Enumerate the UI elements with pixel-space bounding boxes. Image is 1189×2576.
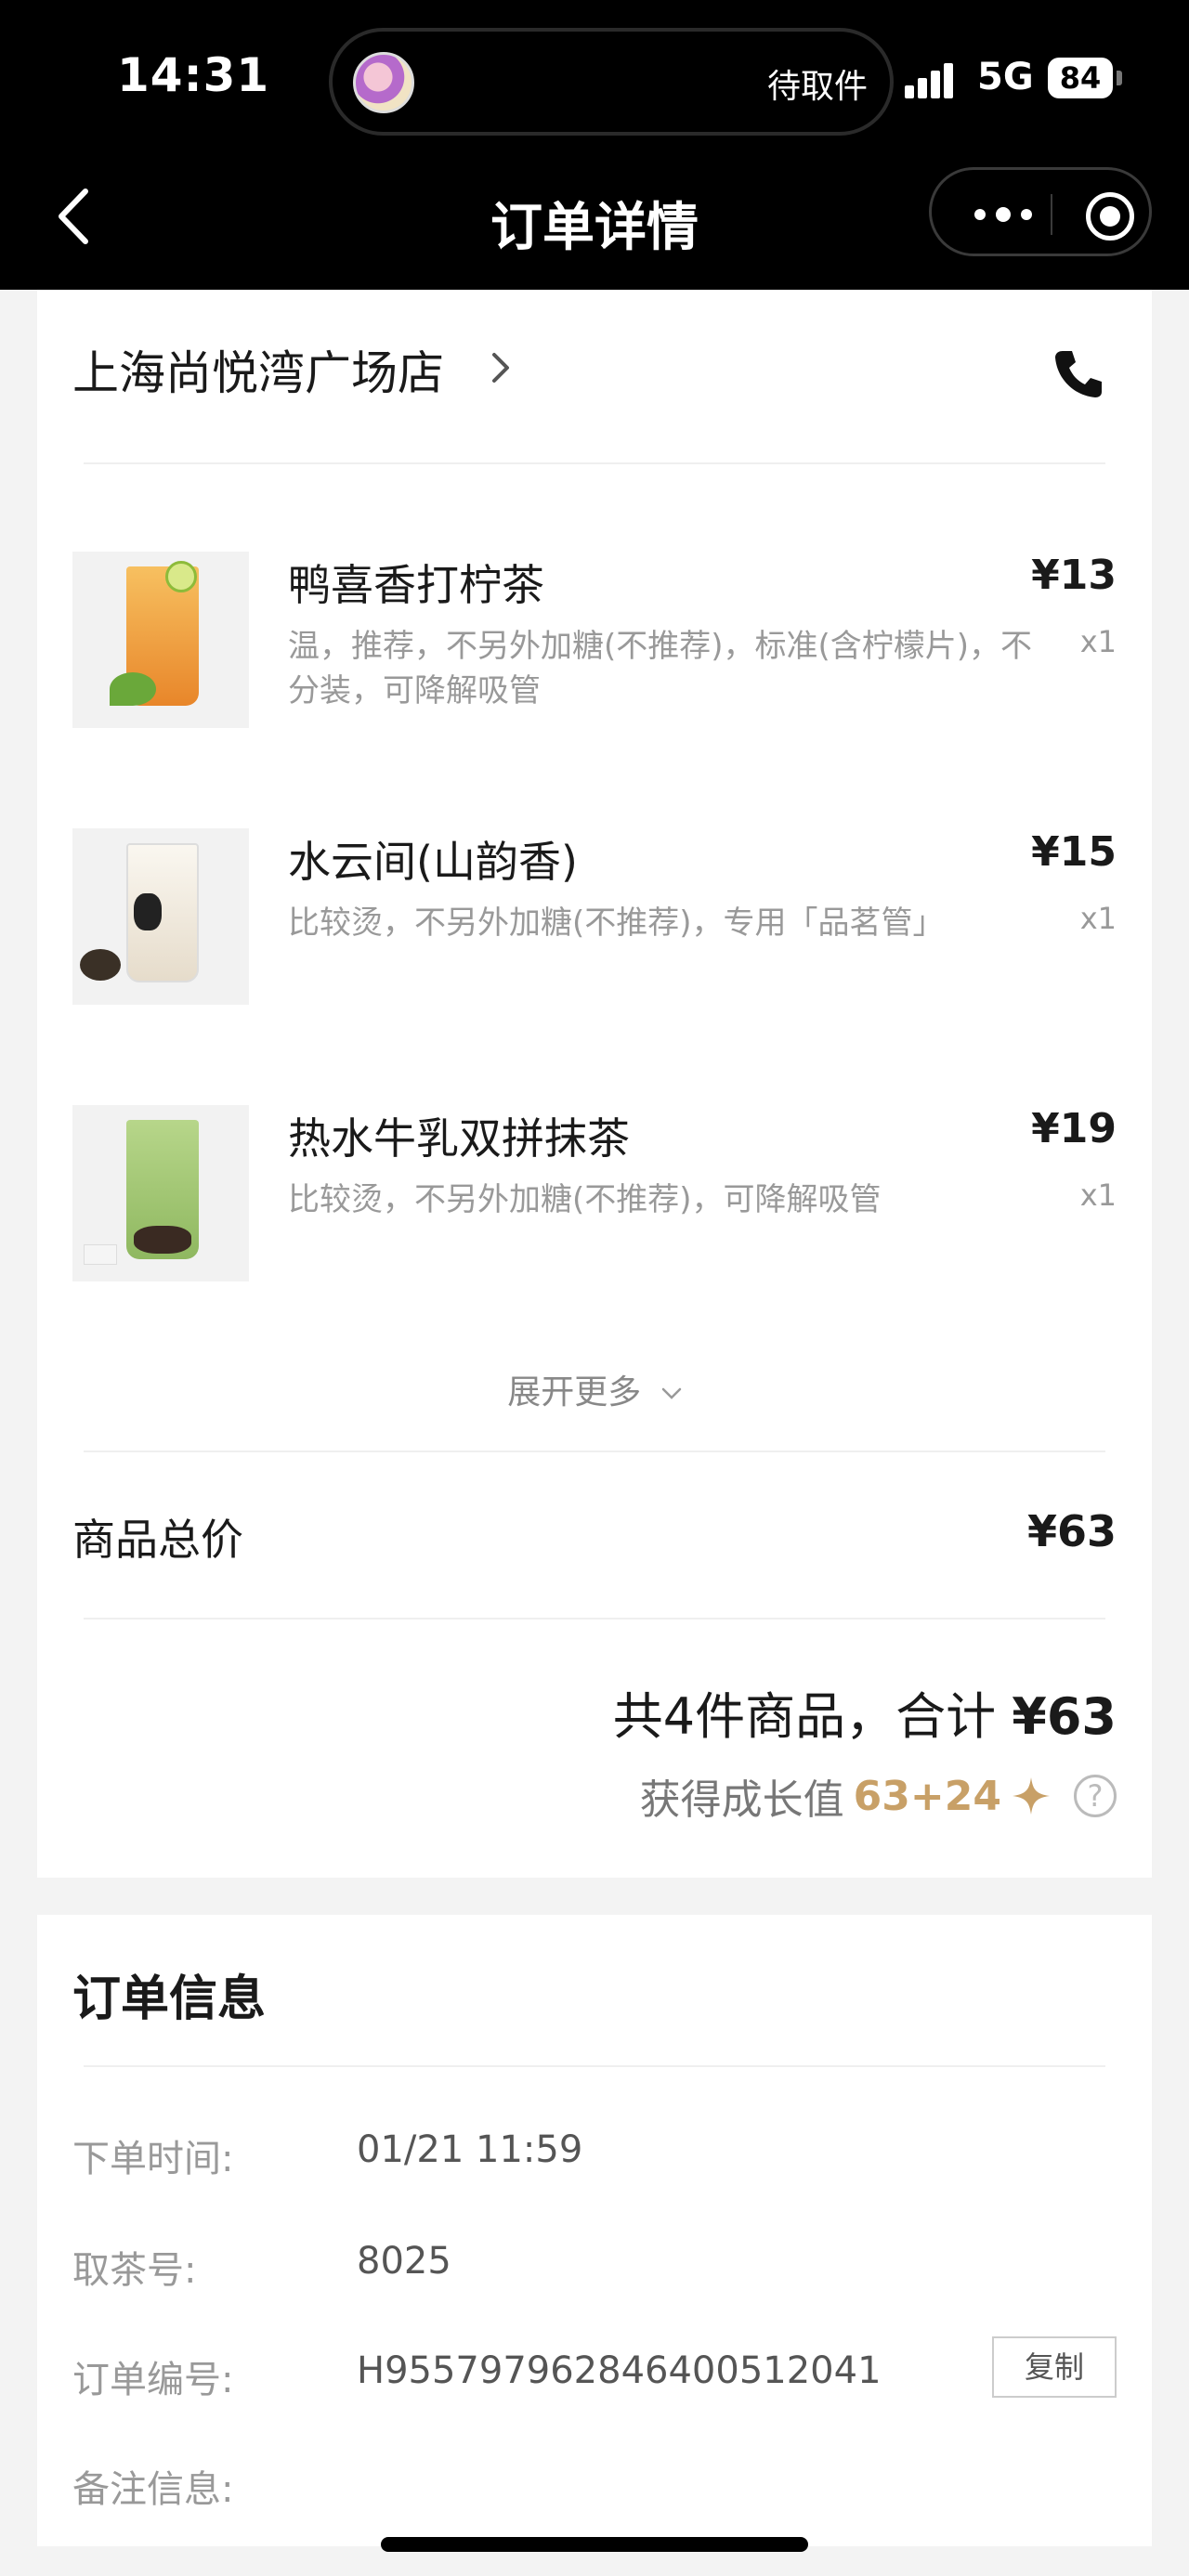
battery-icon: 84 (1048, 58, 1113, 98)
info-label: 备注信息: (72, 2468, 234, 2511)
order-info-title: 订单信息 (72, 1971, 267, 2027)
help-icon[interactable]: ? (1074, 1775, 1117, 1817)
network-type: 5G (977, 56, 1034, 98)
top-bar: 14:31 待取件 5G 84 订单详情 (0, 0, 1189, 290)
order-card: 上海尚悦湾广场店 鸭喜香打柠茶 温，推荐，不另外加糖(不推荐)，标准(含柠檬片)… (37, 290, 1152, 1878)
live-activity-avatar (353, 52, 414, 113)
home-indicator[interactable] (381, 2537, 808, 2552)
item-qty: x1 (1079, 901, 1117, 936)
cup-logo (134, 893, 162, 930)
dynamic-island[interactable]: 待取件 (329, 28, 894, 136)
mini-program-capsule (929, 167, 1152, 256)
order-info-card: 订单信息 下单时间: 01/21 11:59 取茶号: 8025 订单编号: H… (37, 1915, 1152, 2546)
signal-icon (905, 61, 960, 98)
info-value: H955797962846400512041 (357, 2349, 882, 2392)
item-name: 鸭喜香打柠茶 (288, 560, 544, 610)
target-circle-icon[interactable] (1086, 192, 1134, 241)
product-image (72, 828, 249, 1005)
item-qty: x1 (1079, 624, 1117, 659)
summary-prefix: 共4件商品，合计 (612, 1687, 1013, 1746)
cup-bubbles (134, 1226, 191, 1254)
more-dots-icon[interactable] (971, 198, 1036, 231)
summary-total: ¥63 (1012, 1687, 1117, 1746)
info-label: 下单时间: (72, 2138, 234, 2180)
chevron-right-icon[interactable] (487, 349, 515, 386)
phone-icon[interactable] (1050, 345, 1105, 401)
tea-leaves (80, 949, 121, 981)
divider (84, 462, 1105, 464)
product-image (72, 552, 249, 728)
live-activity-status: 待取件 (766, 68, 868, 106)
divider (84, 1451, 1105, 1452)
divider (84, 2065, 1105, 2067)
battery-tip (1117, 71, 1122, 85)
item-price: ¥19 (1031, 1105, 1117, 1152)
expand-more-label: 展开更多 (507, 1373, 642, 1412)
order-summary: 共4件商品，合计 ¥63 (613, 1675, 1117, 1749)
item-spec: 温，推荐，不另外加糖(不推荐)，标准(含柠檬片)，不分装，可降解吸管 (288, 628, 1033, 709)
lime-slice (165, 561, 197, 592)
info-label: 取茶号: (72, 2249, 197, 2292)
lime-leaf (110, 672, 156, 706)
copy-button[interactable]: 复制 (992, 2336, 1117, 2398)
item-qty: x1 (1079, 1177, 1117, 1213)
divider (84, 1618, 1105, 1620)
growth-value: 63+24 (853, 1772, 1001, 1820)
sparkle-icon (1013, 1777, 1050, 1815)
capsule-divider (1051, 194, 1052, 235)
chevron-down-icon (661, 1387, 681, 1399)
list-item[interactable]: 鸭喜香打柠茶 温，推荐，不另外加糖(不推荐)，标准(含柠檬片)，不分装，可降解吸… (72, 552, 1117, 737)
item-name: 水云间(山韵香) (288, 837, 578, 887)
item-spec: 比较烫，不另外加糖(不推荐)，专用「品茗管」 (288, 904, 945, 942)
product-image (72, 1105, 249, 1281)
goods-total-value: ¥63 (1026, 1506, 1117, 1556)
growth-value-row: 获得成长值 63+24 ? (640, 1766, 1117, 1826)
goods-total-label: 商品总价 (72, 1515, 243, 1565)
expand-more-button[interactable]: 展开更多 (37, 1365, 1152, 1413)
growth-label: 获得成长值 (639, 1776, 844, 1824)
milk-cubes (84, 1244, 117, 1265)
info-value: 01/21 11:59 (357, 2128, 583, 2171)
store-name[interactable]: 上海尚悦湾广场店 (72, 336, 444, 403)
list-item[interactable]: 热水牛乳双拼抹茶 比较烫，不另外加糖(不推荐)，可降解吸管 ¥19 x1 (72, 1105, 1117, 1291)
status-time: 14:31 (117, 48, 270, 102)
item-name: 热水牛乳双拼抹茶 (288, 1113, 630, 1164)
item-price: ¥13 (1031, 552, 1117, 599)
list-item[interactable]: 水云间(山韵香) 比较烫，不另外加糖(不推荐)，专用「品茗管」 ¥15 x1 (72, 828, 1117, 1014)
item-spec: 比较烫，不另外加糖(不推荐)，可降解吸管 (288, 1181, 882, 1218)
info-label: 订单编号: (72, 2359, 234, 2401)
info-value: 8025 (357, 2240, 451, 2283)
item-price: ¥15 (1031, 828, 1117, 876)
